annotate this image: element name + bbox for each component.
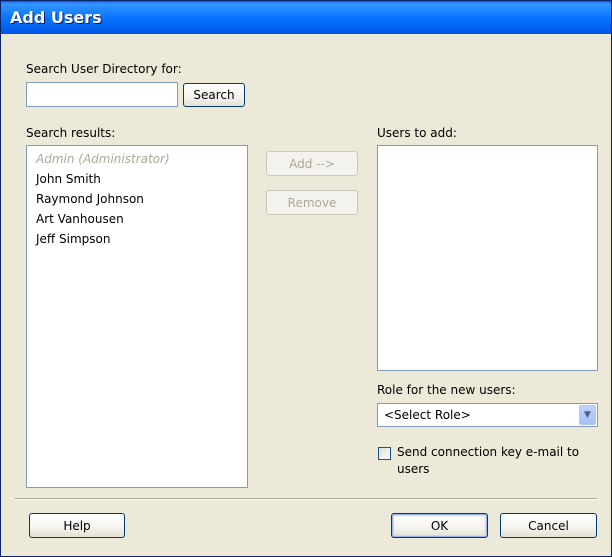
role-select-value: <Select Role> xyxy=(384,408,471,422)
add-button[interactable]: Add --> xyxy=(266,151,358,176)
remove-button[interactable]: Remove xyxy=(266,190,358,215)
ok-button[interactable]: OK xyxy=(391,513,488,538)
role-select[interactable]: <Select Role> ▼ xyxy=(377,403,598,427)
list-item[interactable]: Raymond Johnson xyxy=(27,189,247,209)
footer-separator xyxy=(15,498,597,500)
users-to-add-label: Users to add: xyxy=(377,126,457,140)
search-results-list[interactable]: Admin (Administrator) John Smith Raymond… xyxy=(26,145,248,488)
ok-button-label: OK xyxy=(430,518,449,533)
help-button[interactable]: Help xyxy=(29,513,125,538)
send-key-checkbox[interactable] xyxy=(378,447,391,460)
chevron-down-icon[interactable]: ▼ xyxy=(579,405,596,425)
list-item[interactable]: Art Vanhousen xyxy=(27,209,247,229)
cancel-button-label: Cancel xyxy=(528,518,569,533)
add-button-label: Add --> xyxy=(289,156,335,171)
remove-button-label: Remove xyxy=(287,195,337,210)
role-label: Role for the new users: xyxy=(377,383,516,397)
search-input[interactable] xyxy=(26,82,178,107)
search-button[interactable]: Search xyxy=(183,83,245,107)
add-users-dialog: Add Users Search User Directory for: Sea… xyxy=(0,0,612,557)
send-key-label-line2: users xyxy=(397,462,430,476)
search-label: Search User Directory for: xyxy=(26,62,182,76)
list-item[interactable]: John Smith xyxy=(27,169,247,189)
list-item[interactable]: Admin (Administrator) xyxy=(27,149,247,169)
cancel-button[interactable]: Cancel xyxy=(500,513,597,538)
list-item[interactable]: Jeff Simpson xyxy=(27,229,247,249)
title-bar[interactable]: Add Users xyxy=(1,1,611,34)
search-results-label: Search results: xyxy=(26,126,116,140)
search-button-label: Search xyxy=(193,88,235,102)
help-button-label: Help xyxy=(63,518,91,533)
dialog-title: Add Users xyxy=(10,8,102,27)
send-key-label-line1: Send connection key e-mail to xyxy=(397,445,580,459)
users-to-add-list[interactable] xyxy=(377,145,598,371)
